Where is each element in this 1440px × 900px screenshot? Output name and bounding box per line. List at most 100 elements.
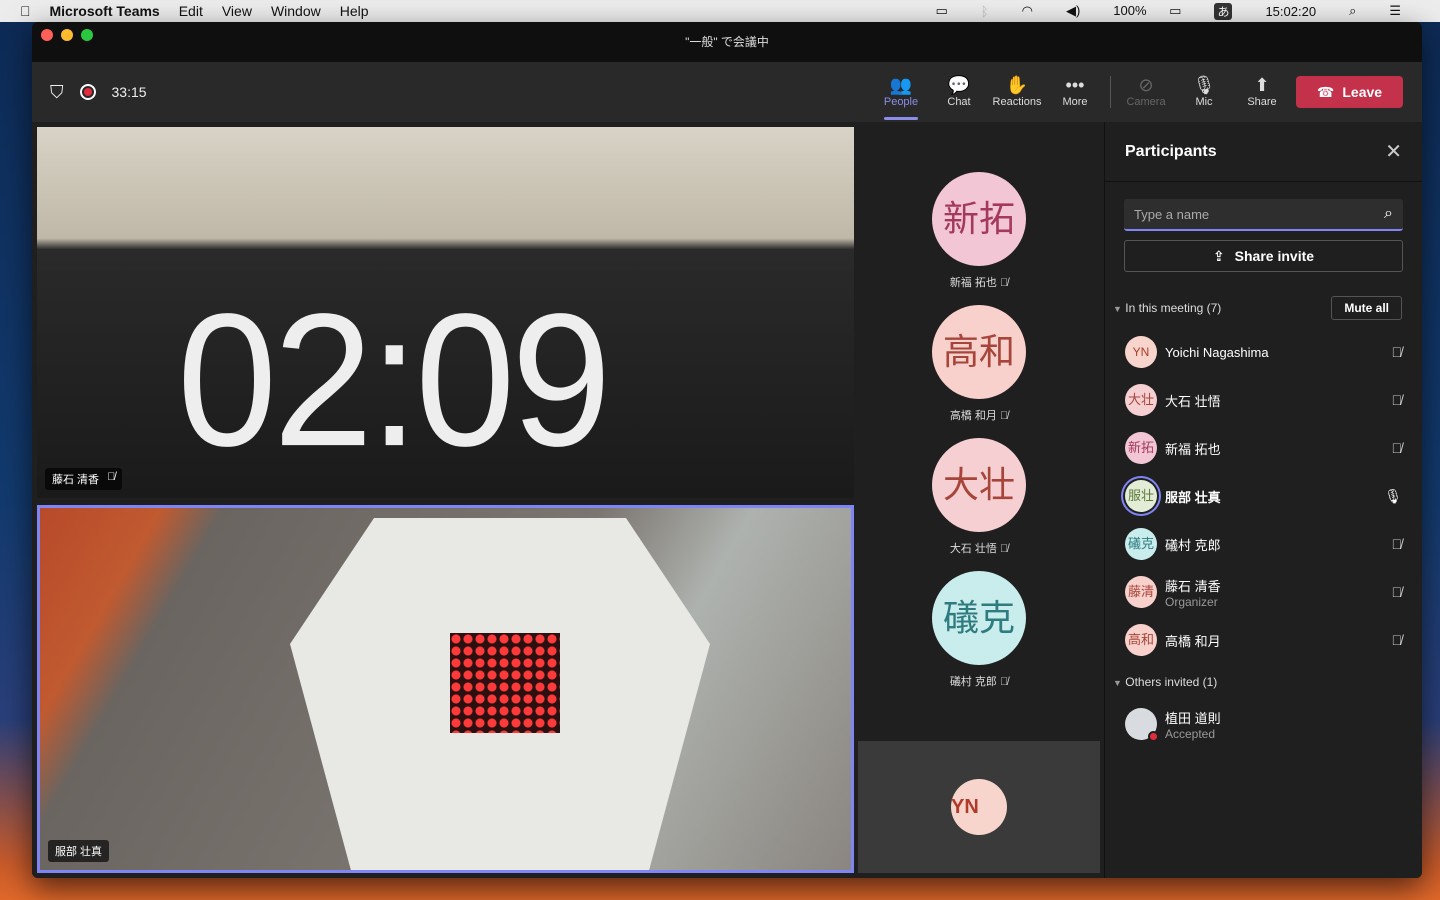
mic-off-icon[interactable]: 🎙̸	[1392, 632, 1403, 648]
gallery-item[interactable]: 高和高橋 和月 🎙̸	[858, 305, 1100, 423]
gallery-item[interactable]: 礒克 礒村 克郎 🎙̸	[858, 571, 1100, 689]
chat-button[interactable]: 💬 Chat	[930, 62, 988, 122]
reactions-icon: ✋	[1005, 75, 1029, 95]
reactions-label: Reactions	[992, 96, 1042, 108]
shield-icon[interactable]: ⛉	[50, 82, 64, 103]
mic-off-icon[interactable]: 🎙̸	[1392, 344, 1403, 360]
participant-row[interactable]: 藤清 藤石 清香 Organizer 🎙̸	[1105, 568, 1422, 616]
mic-off-icon: 🎙̸	[999, 277, 1009, 289]
mic-off-icon: 🎙̸	[999, 676, 1009, 688]
camera-button[interactable]: ⊘ Camera	[1117, 62, 1175, 122]
spotlight-icon[interactable]: ⌕	[1349, 3, 1356, 19]
participants-panel: Participants ✕ ⌕ ⇪ Share invite ▼ In this …	[1104, 122, 1422, 878]
search-icon[interactable]: ⌕	[1384, 205, 1393, 223]
avatar: 高和	[932, 305, 1026, 399]
gallery-name: 礒村 克郎	[949, 676, 997, 688]
video-tile-active-speaker[interactable]: 服部 壮真	[37, 505, 854, 873]
title-bar: "一般" で会議中	[32, 22, 1422, 62]
close-icon[interactable]: ✕	[1385, 139, 1402, 164]
close-window-button[interactable]	[41, 29, 53, 41]
participant-row[interactable]: 服壮 服部 壮真 🎙	[1105, 472, 1422, 520]
avatar: 新拓	[932, 172, 1026, 266]
avatar-photo	[1125, 708, 1159, 742]
menu-window[interactable]: Window	[271, 3, 321, 19]
leave-button[interactable]: ☎ Leave	[1296, 76, 1403, 108]
avatar: 新拓	[1125, 432, 1157, 464]
participant-name: Yoichi Nagashima	[1165, 344, 1269, 360]
gallery-item[interactable]: 新拓新福 拓也 🎙̸	[858, 172, 1100, 290]
camera-off-icon: ⊘	[1138, 75, 1154, 95]
share-button[interactable]: ⬆ Share	[1233, 62, 1291, 122]
more-label: More	[1062, 96, 1088, 108]
participant-gallery: 新拓新福 拓也 🎙̸ 高和高橋 和月 🎙̸ 大壮 大石 壮悟 🎙̸ 礒克 礒村 克郎…	[858, 122, 1100, 878]
mic-off-icon[interactable]: 🎙̸	[1392, 440, 1403, 456]
avatar: 藤清	[1125, 576, 1157, 608]
video-name-tag: 藤石 清香 🎙̸	[45, 468, 123, 490]
menu-edit[interactable]: Edit	[179, 3, 203, 19]
participant-row[interactable]: 新拓 新福 拓也 🎙̸	[1105, 424, 1422, 472]
bluetooth-icon[interactable]: ᛒ	[981, 4, 989, 19]
clock[interactable]: 15:02:20	[1265, 4, 1316, 19]
menu-app[interactable]: Microsoft Teams	[50, 3, 160, 19]
in-meeting-section[interactable]: ▼ In this meeting (7) Mute all	[1105, 296, 1422, 320]
input-method-icon[interactable]: あ	[1214, 2, 1233, 20]
gallery-name: 新福 拓也	[949, 277, 997, 289]
search-field: ⌕	[1124, 199, 1403, 231]
participant-row[interactable]: 高和 高橋 和月 🎙̸	[1105, 616, 1422, 664]
wifi-icon[interactable]: ◠	[1022, 3, 1033, 19]
section-label: In this meeting (7)	[1125, 301, 1222, 315]
participant-search-input[interactable]	[1134, 206, 1354, 222]
notification-center-icon[interactable]: ☰	[1389, 3, 1401, 19]
zoom-window-button[interactable]	[81, 29, 93, 41]
battery-status[interactable]: 100% ▭	[1113, 3, 1181, 19]
avatar: 服壮	[1125, 480, 1157, 512]
others-invited-section[interactable]: ▼ Others invited (1)	[1105, 670, 1422, 694]
mic-button[interactable]: 🎙 Mic	[1175, 62, 1233, 122]
participant-row[interactable]: YN Yoichi Nagashima 🎙̸	[1105, 328, 1422, 376]
participant-name: 藤石 清香	[1165, 578, 1221, 594]
video-name: 藤石 清香	[52, 474, 100, 486]
share-invite-button[interactable]: ⇪ Share invite	[1124, 240, 1403, 272]
avatar: 大壮	[1125, 384, 1157, 416]
participant-name: 植田 道則	[1165, 710, 1221, 726]
window-title: "一般" で会議中	[685, 35, 769, 49]
participant-name: 新福 拓也	[1165, 441, 1221, 457]
mic-off-icon[interactable]: 🎙̸	[1392, 584, 1403, 600]
minimize-window-button[interactable]	[61, 29, 73, 41]
people-button[interactable]: 👥 People	[872, 62, 930, 122]
participant-row[interactable]: 植田 道則 Accepted	[1105, 700, 1422, 748]
share-icon: ⬆	[1254, 75, 1270, 95]
teams-window: "一般" で会議中 ⛉ 33:15 👥 People 💬 Chat ✋ Reactio…	[32, 22, 1422, 878]
participant-status: Accepted	[1165, 726, 1216, 741]
participant-row[interactable]: 礒克 礒村 克郎 🎙̸	[1105, 520, 1422, 568]
chat-icon: 💬	[947, 75, 971, 95]
menu-help[interactable]: Help	[340, 3, 369, 19]
more-icon: •••	[1065, 75, 1085, 95]
volume-icon[interactable]: ◀)	[1066, 3, 1080, 19]
mic-off-icon: 🎙̸	[999, 410, 1009, 422]
airplay-icon[interactable]: ▭	[936, 3, 948, 19]
status-dot	[1148, 731, 1159, 742]
mic-off-icon[interactable]: 🎙̸	[1392, 536, 1403, 552]
caret-down-icon: ▼	[1113, 678, 1122, 688]
video-name: 服部 壮真	[55, 846, 103, 858]
avatar: 礒克	[1125, 528, 1157, 560]
gallery-item[interactable]: 大壮 大石 壮悟 🎙̸	[858, 438, 1100, 556]
meeting-toolbar: ⛉ 33:15 👥 People 💬 Chat ✋ Reactions ••• More…	[32, 62, 1422, 122]
apple-icon[interactable]: 	[20, 3, 31, 19]
more-button[interactable]: ••• More	[1046, 62, 1104, 122]
gallery-name: 高橋 和月	[949, 410, 997, 422]
people-icon: 👥	[889, 75, 913, 95]
menu-view[interactable]: View	[222, 3, 252, 19]
mute-all-button[interactable]: Mute all	[1331, 296, 1402, 320]
participant-role: Organizer	[1165, 594, 1218, 609]
mic-off-icon[interactable]: 🎙̸	[1392, 392, 1403, 408]
reactions-button[interactable]: ✋ Reactions	[988, 62, 1046, 122]
self-avatar: YN	[951, 779, 1007, 835]
participant-row[interactable]: 大壮 大石 壮悟 🎙̸	[1105, 376, 1422, 424]
video-tile[interactable]: 02:09 藤石 清香 🎙̸	[37, 127, 854, 498]
meeting-stage: 02:09 藤石 清香 🎙̸ 服部 壮真 新拓 新福 拓也 🎙̸ 高和 高橋 和月 🎙…	[32, 122, 1422, 878]
mic-on-icon[interactable]: 🎙	[1384, 488, 1402, 505]
self-view-tile[interactable]: YN	[858, 741, 1100, 873]
mic-off-icon: 🎙̸	[107, 471, 116, 483]
